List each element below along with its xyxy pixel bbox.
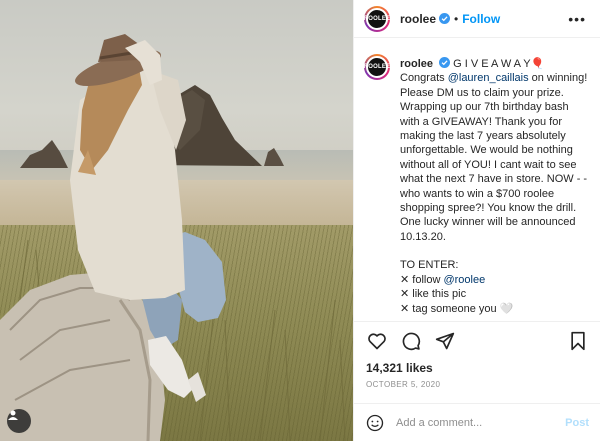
profile-avatar[interactable]: ROOLEE — [364, 5, 390, 32]
header-username[interactable]: roolee — [400, 12, 436, 26]
more-options-icon[interactable]: ••• — [568, 12, 586, 26]
comment-input[interactable]: Add a comment... — [396, 417, 565, 429]
post-actions-bar — [354, 321, 600, 359]
post-date: OCTOBER 5, 2020 — [366, 380, 441, 389]
post-photo[interactable] — [0, 0, 353, 441]
caption-title: G I V E A W A Y — [453, 58, 531, 70]
caption-avatar[interactable]: ROOLEE — [364, 54, 390, 80]
verified-badge-icon — [439, 57, 451, 68]
roolee-mention-link[interactable]: @roolee — [443, 274, 485, 286]
likes-count[interactable]: 14,321 likes — [366, 361, 433, 375]
caption-avatar-logo: ROOLEE — [364, 56, 390, 78]
heart-icon[interactable] — [366, 330, 388, 352]
step3-text: ✕ tag someone you 🤍 — [400, 302, 514, 315]
emoji-icon[interactable] — [366, 414, 384, 432]
caption-username[interactable]: roolee — [400, 58, 433, 70]
post-caption: ROOLEE roolee G I V E A W A Y🎈 Congrats … — [354, 45, 600, 316]
share-icon[interactable] — [434, 330, 456, 352]
tagged-users-button[interactable] — [7, 409, 31, 433]
bookmark-icon[interactable] — [567, 330, 589, 352]
post-header: ROOLEE roolee • Follow ••• — [354, 0, 600, 38]
step2-text: ✕ like this pic — [400, 288, 467, 301]
avatar-logo: ROOLEE — [364, 7, 390, 30]
step1-text: ✕ follow — [400, 273, 444, 286]
photo-scene — [0, 34, 346, 441]
add-comment-bar: Add a comment... Post — [354, 403, 600, 441]
post-comment-button[interactable]: Post — [565, 417, 589, 429]
balloon-emoji: 🎈 — [530, 58, 545, 70]
header-separator: • — [454, 11, 459, 26]
comment-icon[interactable] — [400, 330, 422, 352]
post-side-panel: ROOLEE roolee • Follow ••• ROOLEE roolee — [353, 0, 600, 441]
verified-badge-icon — [439, 13, 451, 24]
user-icon — [8, 410, 18, 420]
caption-text: roolee G I V E A W A Y🎈 Congrats @lauren… — [400, 57, 591, 316]
follow-button[interactable]: Follow — [462, 12, 500, 26]
instagram-post: ROOLEE roolee • Follow ••• ROOLEE roolee — [0, 0, 600, 441]
caption-congrats-prefix: Congrats — [400, 72, 448, 85]
to-enter-heading: TO ENTER: — [400, 259, 459, 272]
caption-body: on winning! Please DM us to claim your p… — [400, 72, 588, 243]
winner-mention-link[interactable]: @lauren_caillais — [448, 72, 529, 84]
